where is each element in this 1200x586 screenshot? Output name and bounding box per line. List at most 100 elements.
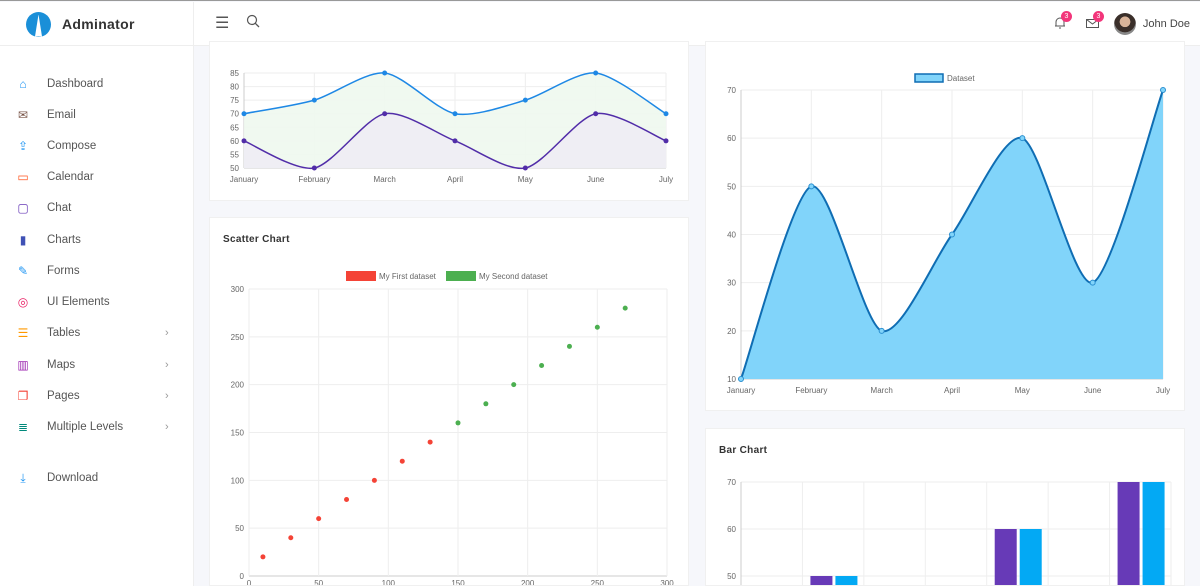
calendar-icon: ▭ (17, 170, 29, 184)
sidebar-item-label: Charts (47, 234, 81, 246)
home-icon: ⌂ (19, 77, 27, 91)
bar-chart-card: Bar Chart 50 60 70 (705, 428, 1185, 586)
scatter-point (483, 401, 489, 407)
legend-swatch (346, 271, 376, 281)
scatter-point (260, 554, 266, 560)
sidebar-item-label: Forms (47, 265, 80, 277)
data-point (949, 231, 955, 238)
sidebar-item-download[interactable]: ⤓ Download (0, 467, 194, 489)
messages-button[interactable]: 3 (1086, 11, 1104, 33)
data-point (382, 111, 388, 117)
notification-count-badge: 3 (1061, 11, 1072, 22)
y-tick-label: 30 (727, 279, 736, 288)
sidebar-item-label: Download (47, 472, 99, 484)
bar (994, 529, 1017, 585)
sidebar-item-label: Multiple Levels (47, 421, 124, 433)
sidebar-item-compose[interactable]: ⇪ Compose (0, 135, 194, 157)
map-icon: ▥ (17, 358, 29, 372)
y-tick-label: 70 (727, 478, 736, 487)
data-point (593, 111, 599, 117)
y-tick-label: 60 (727, 134, 736, 143)
y-tick-label: 40 (727, 231, 736, 240)
x-tick-label: January (230, 175, 258, 184)
x-tick-label: May (1015, 386, 1030, 395)
sidebar-item-tables[interactable]: ☰ Tables › (0, 322, 194, 344)
hamburger-icon[interactable]: ☰ (215, 13, 229, 33)
x-tick-label: January (727, 386, 755, 395)
scatter-point (539, 363, 545, 369)
sidebar-item-chat[interactable]: ▢ Chat (0, 197, 194, 219)
scatter-point (316, 516, 322, 522)
top-header: Adminator ☰ 3 3 John Doe (0, 2, 1200, 46)
chevron-right-icon: › (165, 421, 169, 433)
sidebar-item-ui-elements[interactable]: ◎ UI Elements (0, 291, 194, 313)
sidebar-item-label: Tables (47, 327, 81, 339)
x-tick-label: June (1084, 386, 1102, 395)
sidebar-item-email[interactable]: ✉ Email (0, 104, 194, 126)
data-point (1019, 135, 1026, 142)
brand[interactable]: Adminator (0, 2, 194, 46)
data-point (522, 165, 528, 171)
y-tick-label: 20 (727, 327, 736, 336)
sidebar-item-charts[interactable]: ▮ Charts (0, 229, 194, 251)
brand-name: Adminator (62, 16, 135, 32)
area-chart: 10 20 30 40 50 60 70 January February March April M… (727, 73, 1170, 395)
area-chart-card: 10 20 30 40 50 60 70 January February March April M… (705, 41, 1185, 411)
x-tick-label: February (298, 175, 330, 184)
pencil-icon: ✎ (17, 264, 29, 278)
y-tick-label: 10 (727, 375, 736, 384)
data-point (241, 138, 247, 144)
sidebar-item-label: UI Elements (47, 296, 110, 308)
y-tick-label: 70 (727, 86, 736, 95)
user-menu[interactable]: John Doe (1113, 13, 1190, 35)
scatter-point (344, 496, 350, 502)
bar (1117, 482, 1140, 585)
y-tick-label: 0 (240, 572, 245, 581)
data-point (311, 97, 317, 103)
palette-icon: ◎ (17, 295, 29, 309)
scatter-point (511, 382, 517, 388)
sidebar-item-pages[interactable]: ❐ Pages › (0, 385, 194, 407)
bar-chart-icon: ▮ (19, 233, 27, 247)
notifications-button[interactable]: 3 (1054, 11, 1072, 33)
sidebar-item-label: Compose (47, 140, 97, 152)
legend-swatch (446, 271, 476, 281)
data-point (241, 111, 247, 117)
scatter-point (399, 458, 405, 464)
chevron-right-icon: › (165, 359, 169, 371)
data-point (452, 138, 458, 144)
y-tick-label: 50 (727, 182, 736, 191)
y-tick-label: 50 (727, 572, 736, 581)
legend-label: Dataset (947, 74, 975, 83)
sidebar-item-dashboard[interactable]: ⌂ Dashboard (0, 73, 194, 95)
download-icon: ⤓ (20, 470, 26, 485)
bar-chart: 50 60 70 (727, 478, 1172, 585)
y-tick-label: 200 (231, 381, 245, 390)
sidebar-item-label: Email (47, 109, 76, 121)
bar (1142, 482, 1165, 585)
scatter-point (594, 324, 600, 330)
sidebar-item-forms[interactable]: ✎ Forms (0, 260, 194, 282)
data-point (593, 70, 599, 76)
search-icon[interactable] (246, 14, 260, 32)
bar (1019, 529, 1042, 585)
scatter-point (288, 535, 294, 541)
sidebar-item-label: Maps (47, 359, 76, 371)
legend-label: My Second dataset (479, 272, 548, 281)
y-tick-label: 80 (230, 83, 239, 92)
data-point (382, 70, 388, 76)
line-chart: 50 55 60 65 70 75 80 85 January February March Apri… (230, 69, 673, 184)
y-tick-label: 150 (231, 429, 245, 438)
sidebar-item-multiple-levels[interactable]: ≣ Multiple Levels › (0, 416, 194, 438)
y-tick-label: 300 (231, 285, 245, 294)
data-point (878, 327, 885, 334)
sidebar-item-maps[interactable]: ▥ Maps › (0, 354, 194, 376)
adminator-logo (26, 11, 51, 37)
user-name: John Doe (1142, 18, 1190, 30)
data-point (808, 183, 815, 190)
sidebar-item-calendar[interactable]: ▭ Calendar (0, 166, 194, 188)
y-tick-label: 75 (230, 96, 239, 105)
data-point (1089, 279, 1096, 286)
avatar (1113, 13, 1136, 35)
x-tick-label: April (447, 175, 463, 184)
